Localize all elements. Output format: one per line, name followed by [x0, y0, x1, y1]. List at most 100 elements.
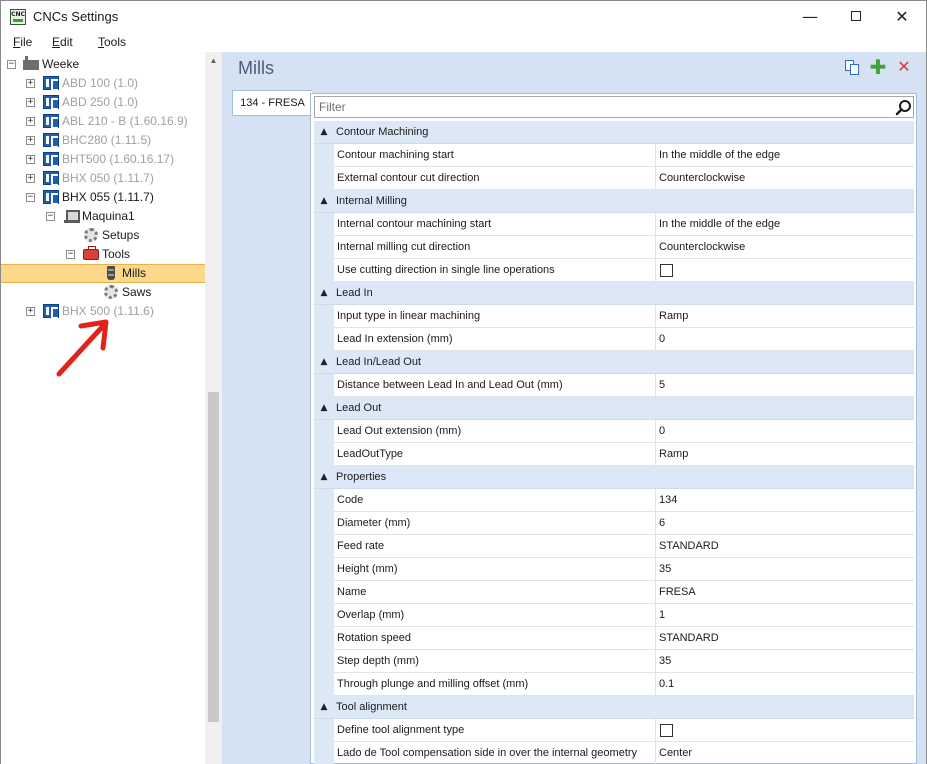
property-value[interactable]: 134 [656, 489, 914, 512]
property-value[interactable]: Center [656, 742, 914, 764]
property-row[interactable]: Distance between Lead In and Lead Out (m… [314, 374, 914, 397]
tree-node-tools[interactable]: − Tools [1, 245, 205, 264]
property-value[interactable]: FRESA [656, 581, 914, 604]
use-cutting-direction-checkbox[interactable] [660, 264, 673, 277]
tree-node-machine[interactable]: + BHX 050 (1.11.7) [1, 169, 205, 188]
expand-icon[interactable]: + [26, 79, 35, 88]
property-value[interactable]: 5 [656, 374, 914, 397]
collapse-category-icon[interactable]: ▲ [318, 126, 330, 138]
scroll-up-icon[interactable]: ▲ [205, 52, 222, 69]
collapse-icon[interactable]: − [7, 60, 16, 69]
property-row[interactable]: Internal contour machining start In the … [314, 213, 914, 236]
expand-icon[interactable]: + [26, 136, 35, 145]
property-row[interactable]: Rotation speed STANDARD [314, 627, 914, 650]
property-row[interactable]: Lead In extension (mm) 0 [314, 328, 914, 351]
property-value[interactable]: STANDARD [656, 627, 914, 650]
property-value[interactable]: Counterclockwise [656, 167, 914, 190]
property-name: Lado de Tool compensation side in over t… [333, 742, 656, 764]
property-row[interactable]: Name FRESA [314, 581, 914, 604]
property-value[interactable]: 0.1 [656, 673, 914, 696]
copy-button[interactable] [843, 58, 861, 76]
tree-node-weeke[interactable]: − Weeke [1, 55, 205, 74]
tree-node-setups[interactable]: Setups [1, 226, 205, 245]
property-value[interactable]: 0 [656, 420, 914, 443]
collapse-category-icon[interactable]: ▲ [318, 287, 330, 299]
title-bar[interactable]: CNC CNCs Settings — ✕ [1, 1, 926, 32]
search-icon[interactable] [895, 99, 913, 117]
property-row[interactable]: Lado de Tool compensation side in over t… [314, 742, 914, 764]
delete-button[interactable]: ✕ [895, 58, 913, 76]
tree-node-machine[interactable]: + ABD 100 (1.0) [1, 74, 205, 93]
tab-tool-134[interactable]: 134 - FRESA [232, 90, 312, 116]
collapse-category-icon[interactable]: ▲ [318, 402, 330, 414]
property-row[interactable]: Code 134 [314, 489, 914, 512]
property-row[interactable]: Use cutting direction in single line ope… [314, 259, 914, 282]
collapse-icon[interactable]: − [66, 250, 75, 259]
app-window: CNC CNCs Settings — ✕ File Edit Tools − … [0, 0, 927, 764]
category-lead-out[interactable]: ▲ Lead Out [314, 397, 914, 420]
scroll-thumb[interactable] [208, 392, 219, 722]
property-value[interactable]: Counterclockwise [656, 236, 914, 259]
expand-icon[interactable]: + [26, 307, 35, 316]
property-row[interactable]: Define tool alignment type [314, 719, 914, 742]
tree-node-machine-active[interactable]: − BHX 055 (1.11.7) [1, 188, 205, 207]
property-row[interactable]: External contour cut direction Countercl… [314, 167, 914, 190]
menu-file[interactable]: File [13, 35, 32, 49]
collapse-category-icon[interactable]: ▲ [318, 471, 330, 483]
property-row[interactable]: Diameter (mm) 6 [314, 512, 914, 535]
define-tool-alignment-checkbox[interactable] [660, 724, 673, 737]
property-row[interactable]: LeadOutType Ramp [314, 443, 914, 466]
tree-node-machine[interactable]: + BHT500 (1.60.16.17) [1, 150, 205, 169]
property-row[interactable]: Input type in linear machining Ramp [314, 305, 914, 328]
minimize-button[interactable]: — [787, 1, 833, 32]
collapse-category-icon[interactable]: ▲ [318, 195, 330, 207]
expand-icon[interactable]: + [26, 117, 35, 126]
property-row[interactable]: Internal milling cut direction Countercl… [314, 236, 914, 259]
property-name: Overlap (mm) [333, 604, 656, 627]
property-value[interactable]: 1 [656, 604, 914, 627]
menu-edit[interactable]: Edit [52, 35, 73, 49]
add-button[interactable]: ✚ [869, 57, 887, 77]
expand-icon[interactable]: + [26, 174, 35, 183]
maximize-button[interactable] [833, 1, 879, 32]
property-name: Code [333, 489, 656, 512]
expand-icon[interactable]: + [26, 155, 35, 164]
menu-tools[interactable]: Tools [98, 35, 126, 49]
property-value[interactable]: In the middle of the edge [656, 144, 914, 167]
tree-node-machine[interactable]: + ABL 210 - B (1.60.16.9) [1, 112, 205, 131]
collapse-category-icon[interactable]: ▲ [318, 701, 330, 713]
close-button[interactable]: ✕ [879, 1, 925, 32]
tree-node-machine[interactable]: + BHC280 (1.11.5) [1, 131, 205, 150]
property-value[interactable]: 0 [656, 328, 914, 351]
property-row[interactable]: Lead Out extension (mm) 0 [314, 420, 914, 443]
filter-input[interactable] [319, 99, 879, 115]
property-value[interactable]: STANDARD [656, 535, 914, 558]
expand-icon[interactable]: + [26, 98, 35, 107]
category-lead-in-lead-out[interactable]: ▲ Lead In/Lead Out [314, 351, 914, 374]
tree-node-machine[interactable]: + ABD 250 (1.0) [1, 93, 205, 112]
category-properties[interactable]: ▲ Properties [314, 466, 914, 489]
property-value[interactable]: 35 [656, 650, 914, 673]
property-value[interactable]: Ramp [656, 305, 914, 328]
tree-node-saws[interactable]: Saws [1, 283, 205, 302]
category-lead-in[interactable]: ▲ Lead In [314, 282, 914, 305]
tree-scrollbar[interactable]: ▲ [205, 52, 222, 764]
category-tool-alignment[interactable]: ▲ Tool alignment [314, 696, 914, 719]
property-row[interactable]: Through plunge and milling offset (mm) 0… [314, 673, 914, 696]
property-value[interactable]: 6 [656, 512, 914, 535]
property-value[interactable]: In the middle of the edge [656, 213, 914, 236]
collapse-icon[interactable]: − [26, 193, 35, 202]
property-value[interactable]: Ramp [656, 443, 914, 466]
property-row[interactable]: Overlap (mm) 1 [314, 604, 914, 627]
category-internal-milling[interactable]: ▲ Internal Milling [314, 190, 914, 213]
collapse-icon[interactable]: − [46, 212, 55, 221]
tree-node-maquina[interactable]: − Maquina1 [1, 207, 205, 226]
tree-node-mills[interactable]: Mills [1, 264, 205, 283]
category-contour-machining[interactable]: ▲ Contour Machining [314, 121, 914, 144]
property-row[interactable]: Contour machining start In the middle of… [314, 144, 914, 167]
property-row[interactable]: Height (mm) 35 [314, 558, 914, 581]
property-row[interactable]: Feed rate STANDARD [314, 535, 914, 558]
property-value[interactable]: 35 [656, 558, 914, 581]
collapse-category-icon[interactable]: ▲ [318, 356, 330, 368]
property-row[interactable]: Step depth (mm) 35 [314, 650, 914, 673]
